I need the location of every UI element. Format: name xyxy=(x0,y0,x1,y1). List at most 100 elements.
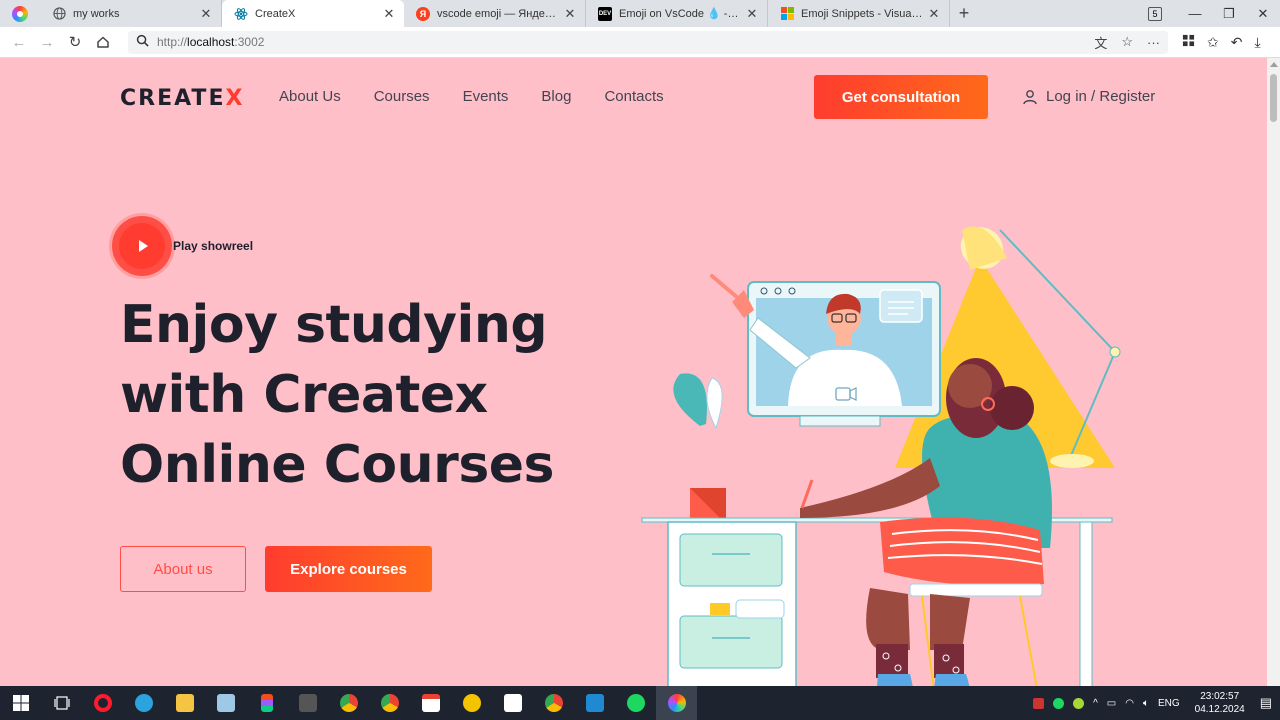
window-close-button[interactable]: ✕ xyxy=(1246,6,1280,22)
browser-toolbar: ← → ↻ http:// localhost :3002 文 ☆ ··· ✩ … xyxy=(0,27,1280,58)
close-icon[interactable]: ✕ xyxy=(382,6,396,22)
taskbar-explorer[interactable] xyxy=(164,686,205,720)
play-icon xyxy=(138,240,148,252)
g-app-icon xyxy=(298,694,317,712)
login-label: Log in / Register xyxy=(1046,88,1156,105)
microsoft-icon xyxy=(780,7,794,21)
wifi-icon[interactable]: ◠ xyxy=(1125,698,1134,709)
battery-icon[interactable]: ▭ xyxy=(1107,698,1116,709)
reload-icon[interactable]: ↻ xyxy=(62,29,88,55)
menu-item-contacts[interactable]: Contacts xyxy=(604,88,663,105)
menu-item-courses[interactable]: Courses xyxy=(374,88,430,105)
bookmark-star-icon[interactable]: ☆ xyxy=(1121,34,1133,50)
folder-icon xyxy=(175,694,194,712)
createx-logo[interactable]: CREATEX xyxy=(120,86,244,111)
browser-menu-icon[interactable] xyxy=(0,0,40,27)
download-icon[interactable]: ⤓ xyxy=(1254,34,1260,51)
taskbar-gmail[interactable] xyxy=(410,686,451,720)
tab-title: Emoji on VsCode 💧 - DEV Co xyxy=(619,8,741,20)
logo-accent: X xyxy=(225,86,245,111)
taskbar-chrome-1[interactable] xyxy=(328,686,369,720)
logo-text: CREATE xyxy=(120,86,226,111)
close-icon[interactable]: ✕ xyxy=(563,6,577,22)
play-showreel[interactable]: Play showreel xyxy=(112,216,253,276)
windows-icon xyxy=(12,695,29,711)
flag-icon[interactable] xyxy=(1033,697,1045,709)
language-indicator[interactable]: ENG xyxy=(1158,698,1180,709)
minimize-button[interactable]: — xyxy=(1178,6,1212,21)
taskbar-app-r[interactable] xyxy=(492,686,533,720)
translate-icon[interactable]: 文 xyxy=(1094,33,1107,52)
login-register-link[interactable]: Log in / Register xyxy=(1022,88,1155,105)
r-app-icon xyxy=(503,694,522,712)
tab-count-badge[interactable]: 5 xyxy=(1148,6,1162,21)
taskbar-figma[interactable] xyxy=(246,686,287,720)
spotify-tray-icon[interactable] xyxy=(1053,697,1065,709)
tab-dev-article[interactable]: DEV Emoji on VsCode 💧 - DEV Co ✕ xyxy=(586,0,768,27)
tab-yandex-search[interactable]: Я vscode emoji — Яндекс: наш ✕ xyxy=(404,0,586,27)
windows-taskbar: ^ ▭ ◠ 🔈︎ ENG 23:02:57 04.12.2024 ▤ xyxy=(0,686,1280,720)
hero-title-line: with Createx xyxy=(120,365,488,425)
taskbar-telegram[interactable] xyxy=(123,686,164,720)
home-icon[interactable] xyxy=(90,29,116,55)
get-consultation-button[interactable]: Get consultation xyxy=(814,75,988,119)
chevron-up-icon[interactable]: ^ xyxy=(1093,698,1098,709)
url-protocol: http:// xyxy=(157,35,188,49)
hero-title: Enjoy studying with Createx Online Cours… xyxy=(120,290,640,500)
about-us-button[interactable]: About us xyxy=(120,546,246,592)
restore-button[interactable]: ❐ xyxy=(1212,6,1246,22)
taskbar-spotify[interactable] xyxy=(615,686,656,720)
spotify-icon xyxy=(626,694,645,712)
page-viewport: CREATEX About Us Courses Events Blog Con… xyxy=(0,58,1267,686)
clock-date: 04.12.2024 xyxy=(1194,704,1245,715)
taskbar-browser[interactable] xyxy=(656,686,697,720)
taskbar-opera[interactable] xyxy=(82,686,123,720)
address-bar[interactable]: http:// localhost :3002 文 ☆ ··· xyxy=(128,30,1168,54)
tab-createx[interactable]: CreateX ✕ xyxy=(222,0,404,27)
taskbar-app-g[interactable] xyxy=(287,686,328,720)
favorites-icon[interactable]: ✩ xyxy=(1207,34,1219,51)
new-tab-button[interactable]: + xyxy=(950,0,978,27)
task-view-button[interactable] xyxy=(41,686,82,720)
taskbar-notepad[interactable] xyxy=(205,686,246,720)
back-arrow-icon[interactable]: ← xyxy=(6,29,32,55)
menu-item-about-us[interactable]: About Us xyxy=(279,88,341,105)
system-tray: ^ ▭ ◠ 🔈︎ ENG 23:02:57 04.12.2024 ▤ xyxy=(1033,690,1280,716)
gmail-icon xyxy=(421,694,440,712)
scroll-up-arrow-icon[interactable] xyxy=(1270,62,1278,67)
taskbar-chrome-3[interactable] xyxy=(533,686,574,720)
globe-icon xyxy=(52,7,66,21)
menu-item-blog[interactable]: Blog xyxy=(541,88,571,105)
close-icon[interactable]: ✕ xyxy=(745,6,759,22)
tray-app-icon[interactable] xyxy=(1073,697,1085,709)
close-icon[interactable]: ✕ xyxy=(927,6,941,22)
notifications-icon[interactable]: ▤ xyxy=(1260,695,1272,711)
play-button[interactable] xyxy=(112,216,172,276)
menu-item-events[interactable]: Events xyxy=(463,88,509,105)
figma-icon xyxy=(260,694,273,712)
taskbar-app-star[interactable] xyxy=(451,686,492,720)
page-scrollbar[interactable] xyxy=(1267,58,1280,686)
search-icon xyxy=(136,34,149,50)
yandex-icon: Я xyxy=(416,6,430,21)
chrome-icon xyxy=(544,694,563,712)
tab-my-works[interactable]: my works ✕ xyxy=(40,0,222,27)
clock[interactable]: 23:02:57 04.12.2024 xyxy=(1195,690,1245,716)
start-button[interactable] xyxy=(0,686,41,720)
history-back-icon[interactable]: ↶ xyxy=(1231,34,1243,51)
scroll-thumb[interactable] xyxy=(1270,74,1277,122)
tab-title: my works xyxy=(73,7,120,20)
forward-arrow-icon[interactable]: → xyxy=(34,29,60,55)
taskbar-vscode[interactable] xyxy=(574,686,615,720)
taskbar-chrome-2[interactable] xyxy=(369,686,410,720)
more-icon[interactable]: ··· xyxy=(1147,35,1160,50)
tab-emoji-snippets[interactable]: Emoji Snippets - Visual Studio ✕ xyxy=(768,0,950,27)
tab-title: CreateX xyxy=(255,7,296,20)
close-icon[interactable]: ✕ xyxy=(199,6,213,22)
extensions-grid-icon[interactable] xyxy=(1182,34,1195,50)
react-icon xyxy=(234,7,248,21)
opera-icon xyxy=(93,694,112,712)
explore-courses-button[interactable]: Explore courses xyxy=(265,546,432,592)
vscode-icon xyxy=(585,694,604,712)
volume-icon[interactable]: 🔈︎ xyxy=(1143,698,1149,709)
